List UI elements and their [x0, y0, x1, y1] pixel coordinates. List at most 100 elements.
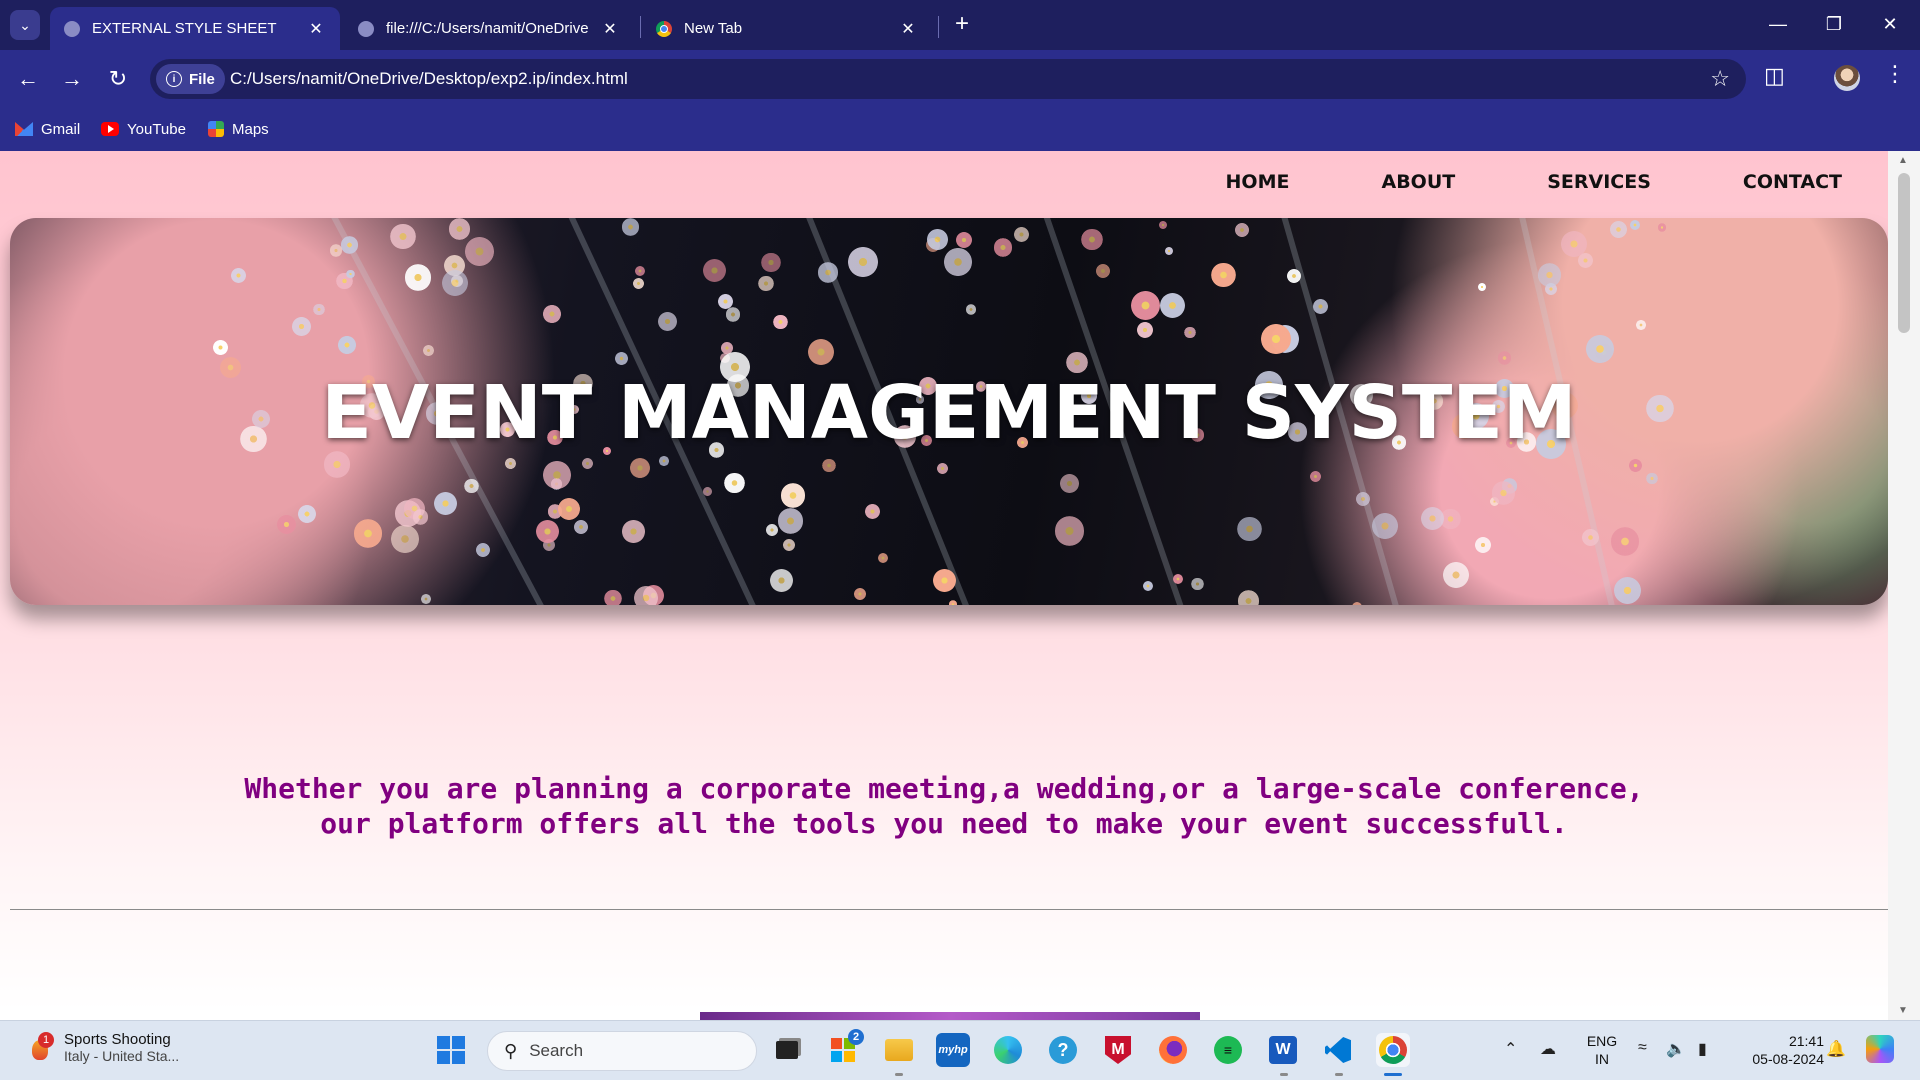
- tab-file[interactable]: file:///C:/Users/namit/OneDrive ✕: [344, 7, 634, 50]
- flower-dot: [822, 458, 836, 473]
- chrome-button[interactable]: [1376, 1033, 1410, 1067]
- bookmark-gmail[interactable]: Gmail: [15, 116, 80, 142]
- scroll-up-icon[interactable]: ▲: [1898, 155, 1908, 166]
- new-tab-button[interactable]: +: [948, 10, 976, 38]
- volume-icon[interactable]: 🔈: [1666, 1039, 1686, 1059]
- battery-icon[interactable]: ▮: [1698, 1039, 1707, 1059]
- bookmark-youtube[interactable]: YouTube: [101, 116, 186, 142]
- flower-dot: [1443, 562, 1469, 588]
- nav-about[interactable]: ABOUT: [1381, 171, 1455, 193]
- flower-dot: [1586, 335, 1614, 363]
- bookmark-maps[interactable]: Maps: [208, 116, 269, 142]
- edge-icon: [994, 1036, 1022, 1064]
- chevron-down-icon: ⌄: [19, 16, 31, 33]
- taskbar-search[interactable]: ⚲ Search: [487, 1031, 757, 1071]
- flower-dot: [761, 253, 781, 273]
- close-tab-icon[interactable]: ✕: [600, 19, 620, 39]
- vscode-button[interactable]: [1321, 1033, 1355, 1067]
- flower-dot: [1237, 590, 1260, 605]
- flower-dot: [614, 351, 628, 365]
- restore-icon: ❐: [1825, 13, 1843, 34]
- language-indicator[interactable]: ENG IN: [1582, 1032, 1622, 1068]
- site-nav: HOME ABOUT SERVICES CONTACT: [1226, 171, 1842, 193]
- extensions-icon[interactable]: ◫: [1764, 63, 1785, 89]
- firefox-button[interactable]: [1156, 1033, 1190, 1067]
- running-indicator: [1280, 1073, 1288, 1076]
- notification-bell-icon[interactable]: 🔔: [1826, 1039, 1846, 1059]
- active-indicator: [1384, 1073, 1402, 1076]
- mcafee-button[interactable]: M: [1101, 1033, 1135, 1067]
- close-tab-icon[interactable]: ✕: [898, 19, 918, 39]
- nav-services[interactable]: SERVICES: [1547, 171, 1651, 193]
- scroll-thumb[interactable]: [1898, 173, 1910, 333]
- close-window-button[interactable]: ✕: [1862, 6, 1918, 42]
- flower-dot: [725, 307, 741, 322]
- flower-dot: [297, 504, 316, 523]
- flower-dot: [770, 568, 794, 592]
- flower-dot: [1351, 601, 1363, 605]
- flower-dot: [558, 497, 580, 520]
- bookmark-label: Maps: [232, 120, 269, 138]
- task-view-icon: [776, 1041, 798, 1059]
- myhp-button[interactable]: myhp: [936, 1033, 970, 1067]
- flower-dot: [1165, 246, 1174, 255]
- profile-avatar[interactable]: [1834, 65, 1860, 91]
- flower-dot: [724, 472, 746, 494]
- flower-dot: [808, 338, 835, 365]
- word-button[interactable]: W: [1266, 1033, 1300, 1067]
- clock[interactable]: 21:41 05-08-2024: [1730, 1032, 1824, 1068]
- flower-dot: [936, 462, 949, 475]
- flower-dot: [948, 600, 957, 605]
- bookmark-label: YouTube: [127, 120, 186, 138]
- back-button[interactable]: ←: [10, 61, 46, 97]
- news-widget[interactable]: 1 Sports Shooting Italy - United Sta...: [30, 1031, 179, 1064]
- spotify-icon: ≡: [1214, 1036, 1242, 1064]
- start-button[interactable]: [434, 1033, 468, 1067]
- flower-dot: [621, 218, 640, 236]
- tab-external-style-sheet[interactable]: EXTERNAL STYLE SHEET ✕: [50, 7, 340, 50]
- file-explorer-button[interactable]: [882, 1033, 916, 1067]
- minimize-button[interactable]: —: [1750, 6, 1806, 42]
- store-button[interactable]: 2: [826, 1029, 864, 1067]
- scroll-down-icon[interactable]: ▼: [1898, 1005, 1908, 1016]
- flower-dot: [412, 508, 429, 525]
- folder-icon: [885, 1039, 913, 1061]
- wifi-icon[interactable]: ≈: [1638, 1039, 1647, 1057]
- tagline: Whether you are planning a corporate mee…: [0, 771, 1888, 841]
- nav-contact[interactable]: CONTACT: [1743, 171, 1842, 193]
- url-text[interactable]: C:/Users/namit/OneDrive/Desktop/exp2.ip/…: [230, 59, 628, 99]
- flower-dot: [780, 483, 805, 508]
- spotify-button[interactable]: ≡: [1211, 1033, 1245, 1067]
- flower-dot: [927, 229, 948, 250]
- flower-dot: [1172, 573, 1183, 584]
- address-bar[interactable]: i File C:/Users/namit/OneDrive/Desktop/e…: [150, 59, 1746, 99]
- help-button[interactable]: ?: [1046, 1033, 1080, 1067]
- restore-button[interactable]: ❐: [1806, 6, 1862, 42]
- tab-new-tab[interactable]: New Tab ✕: [642, 7, 932, 50]
- region-code: IN: [1595, 1051, 1609, 1067]
- flower-dot: [1131, 290, 1161, 321]
- copilot-icon[interactable]: [1866, 1035, 1894, 1063]
- task-view-button[interactable]: [770, 1033, 804, 1067]
- edge-button[interactable]: [991, 1033, 1025, 1067]
- minimize-icon: —: [1769, 13, 1787, 34]
- running-indicator: [1335, 1073, 1343, 1076]
- flower-dot: [864, 503, 880, 520]
- site-info-chip[interactable]: i File: [156, 64, 225, 94]
- reload-button[interactable]: ↻: [100, 61, 136, 97]
- more-menu-icon[interactable]: ⋮: [1884, 61, 1906, 87]
- chevron-up-icon[interactable]: ⌃: [1504, 1039, 1517, 1059]
- flower-dot: [1211, 263, 1236, 288]
- flower-dot: [933, 568, 957, 592]
- forward-button[interactable]: →: [54, 61, 90, 97]
- search-icon: ⚲: [504, 1040, 518, 1061]
- flower-dot: [1143, 581, 1153, 592]
- bookmark-star-icon[interactable]: ☆: [1710, 66, 1730, 92]
- tab-search-button[interactable]: ⌄: [10, 10, 40, 40]
- flower-dot: [1191, 577, 1204, 590]
- nav-home[interactable]: HOME: [1226, 171, 1290, 193]
- page-scrollbar[interactable]: ▲ ▼: [1888, 151, 1920, 1020]
- onedrive-icon[interactable]: ☁: [1540, 1039, 1556, 1059]
- close-tab-icon[interactable]: ✕: [306, 19, 326, 39]
- flower-dot: [1014, 227, 1030, 243]
